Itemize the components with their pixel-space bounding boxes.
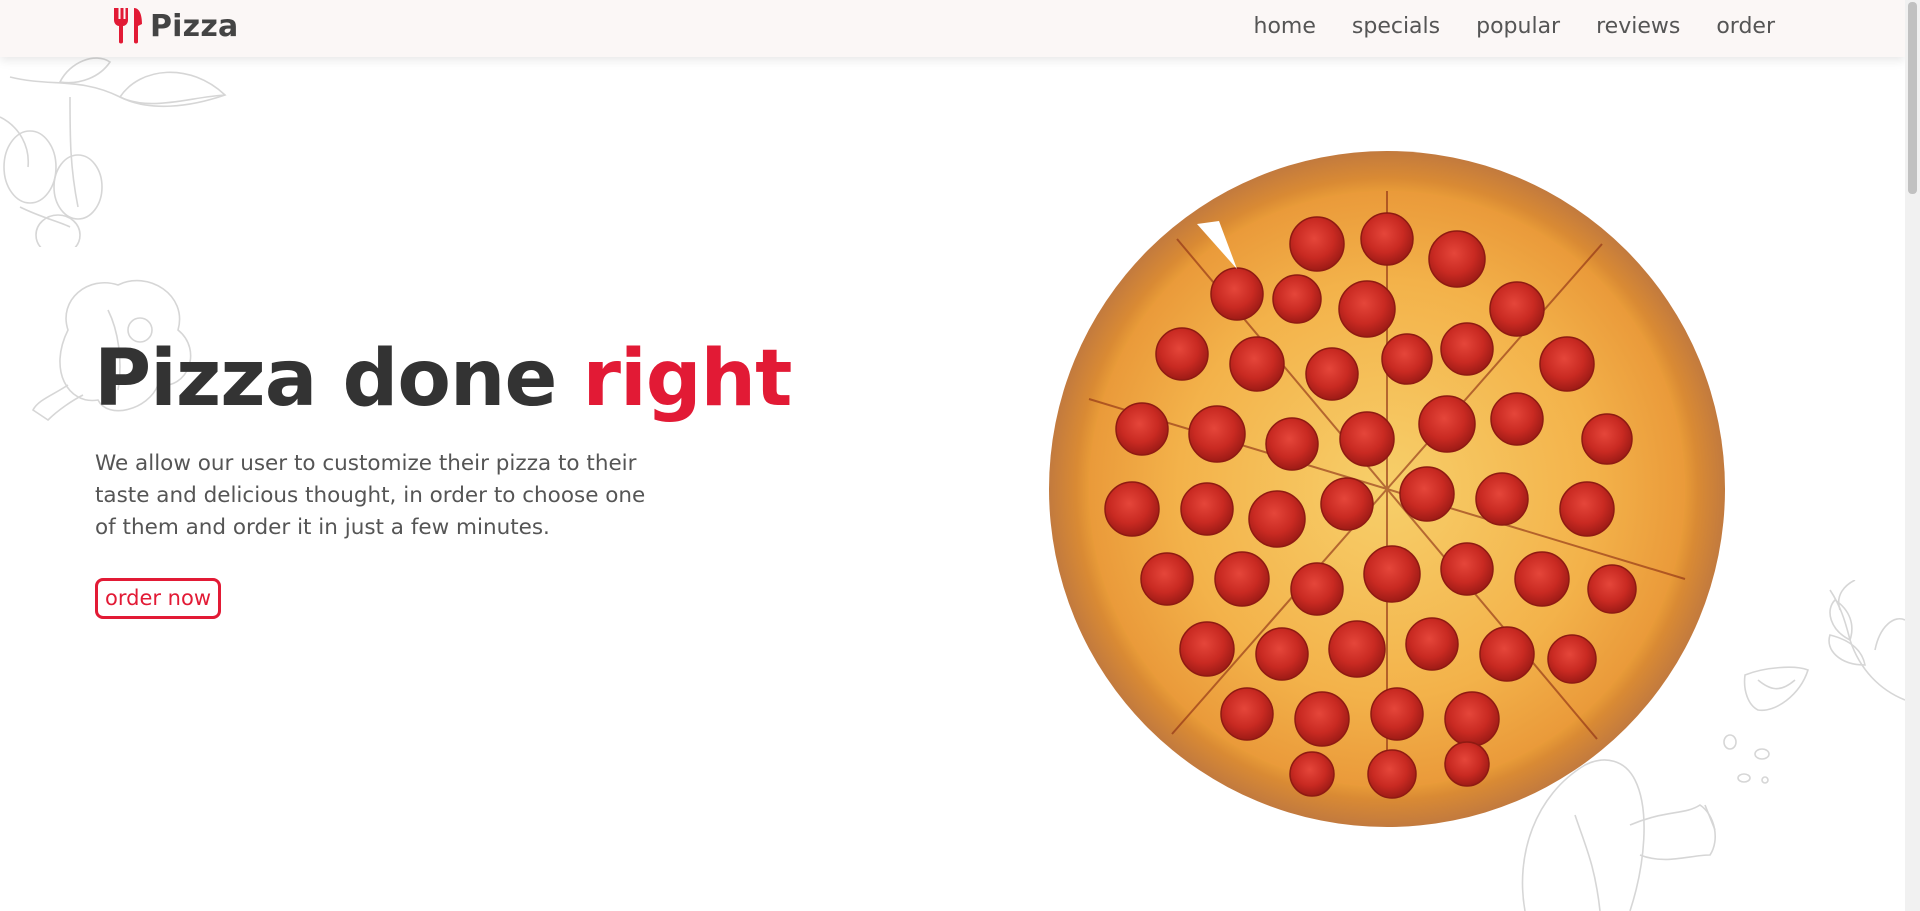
nav-link-reviews[interactable]: reviews — [1596, 14, 1680, 39]
pepperoni-pizza-image — [1049, 151, 1725, 827]
hero-title-main: Pizza done — [94, 334, 583, 424]
nav-link-specials[interactable]: specials — [1352, 14, 1440, 39]
nav-link-popular[interactable]: popular — [1476, 14, 1560, 39]
site-header: Pizza home specials popular reviews orde… — [0, 0, 1905, 57]
main-nav: home specials popular reviews order — [1254, 14, 1775, 39]
utensils-icon — [114, 8, 142, 44]
herb-doodle — [1828, 580, 1905, 701]
order-now-button[interactable]: order now — [95, 578, 222, 619]
nav-link-home[interactable]: home — [1254, 14, 1316, 39]
olive-branch-doodle — [0, 57, 227, 247]
hero-title: Pizza done right — [94, 334, 793, 424]
nav-link-order[interactable]: order — [1716, 14, 1775, 39]
hero-description: We allow our user to customize their piz… — [95, 451, 646, 540]
scrollbar-thumb[interactable] — [1908, 2, 1917, 194]
logo[interactable]: Pizza — [112, 8, 238, 44]
logo-text: Pizza — [150, 8, 239, 44]
page-scrollbar[interactable] — [1905, 0, 1920, 911]
pepper-slice-doodle — [1743, 666, 1809, 712]
page: Pizza done right We allow our user to cu… — [0, 0, 1905, 911]
hero-title-accent: right — [582, 334, 793, 424]
